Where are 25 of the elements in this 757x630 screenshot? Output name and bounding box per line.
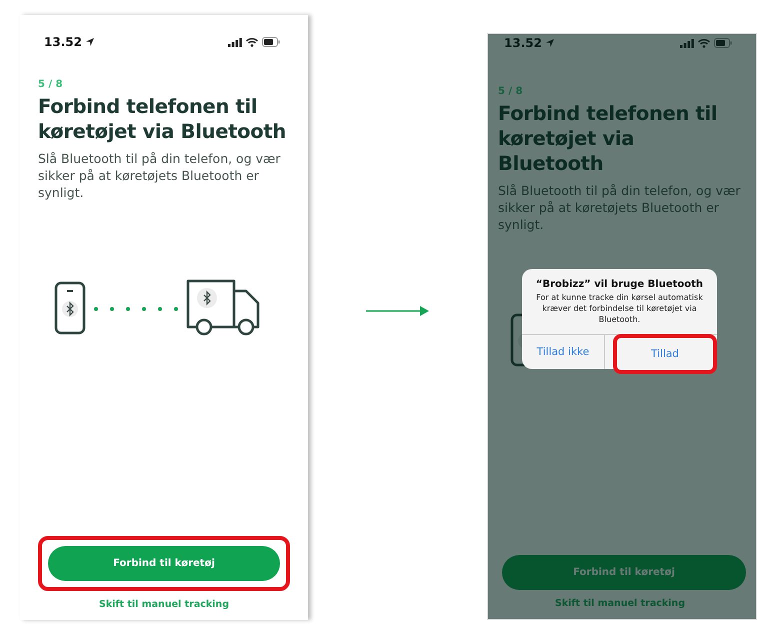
dialog-title: “Brobizz” vil bruge Bluetooth bbox=[534, 279, 704, 290]
signal-icon bbox=[680, 38, 694, 48]
instruction-text: Slå Bluetooth til på din telefon, og vær sikker på at køretøjets Bluetooth er synligt. bbox=[498, 182, 742, 233]
manual-tracking-link[interactable]: Skift til manuel tracking bbox=[98, 599, 229, 610]
location-icon bbox=[544, 38, 555, 48]
battery-icon bbox=[262, 37, 280, 47]
screen-title: Forbind telefonen til køretøjet via Bluetooth bbox=[498, 101, 718, 176]
instruction-text: Slå Bluetooth til på din telefon, og vær sikker på at køretøjets Bluetooth er synligt. bbox=[38, 150, 282, 201]
dialog-button[interactable]: Tillad ikke bbox=[528, 342, 598, 362]
connect-button[interactable]: Forbind til køretøj bbox=[502, 555, 746, 590]
status-time: 13.52 bbox=[44, 35, 82, 49]
dialog-message: For at kunne tracke din kørsel automatisk kræver det forbindelse til køretøjet via Bluetooth. bbox=[535, 292, 704, 325]
wifi-icon bbox=[698, 38, 710, 48]
transition-arrow bbox=[366, 305, 430, 317]
status-time: 13.52 bbox=[504, 36, 542, 50]
signal-icon bbox=[228, 38, 242, 46]
connect-button[interactable]: Forbind til køretøj bbox=[48, 546, 280, 581]
battery-icon bbox=[714, 38, 732, 48]
step-counter: 5 / 8 bbox=[498, 86, 523, 97]
wifi-icon bbox=[246, 38, 258, 46]
step-counter: 5 / 8 bbox=[38, 79, 63, 90]
location-icon bbox=[84, 37, 95, 47]
dialog-button[interactable]: Tillad bbox=[643, 344, 687, 364]
screen-title: Forbind telefonen til køretøjet via Bluetooth bbox=[38, 94, 287, 144]
manual-tracking-link[interactable]: Skift til manuel tracking bbox=[554, 598, 685, 609]
